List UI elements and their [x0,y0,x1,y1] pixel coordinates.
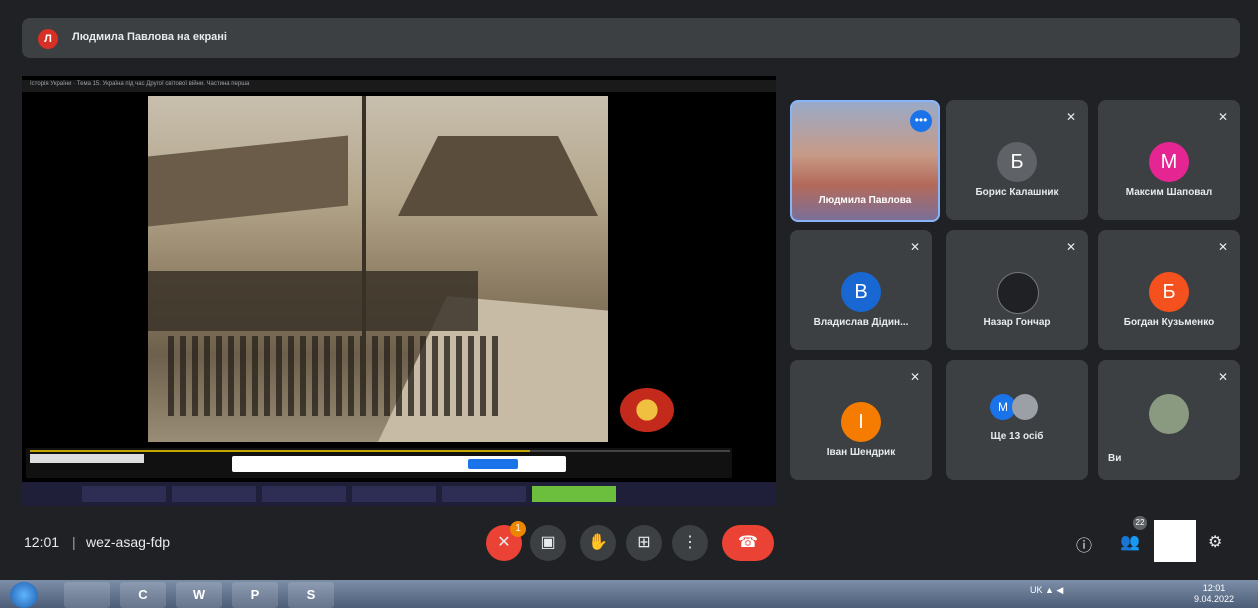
present-button[interactable]: ⊞ [626,525,662,561]
participant-tile[interactable]: ✕ М Максим Шаповал [1098,100,1240,220]
photo-troops [168,336,498,416]
taskbar-viber-button[interactable]: S [288,582,334,608]
shared-taskbar-item [442,486,526,502]
video-tooltip [30,454,144,463]
camera-toggle-button[interactable]: ▣ [530,525,566,561]
shared-taskbar-item [82,486,166,502]
participant-avatar: М [1149,142,1189,182]
participant-name: Борис Калашник [975,187,1059,198]
system-clock[interactable]: 12:01 9.04.2022 [1194,583,1234,605]
more-vert-icon: ⋮ [682,534,698,551]
participant-tile-more[interactable]: М Ще 13 осіб [946,360,1088,480]
taskbar-word-button[interactable]: W [176,582,222,608]
chat-panel-button[interactable] [1154,520,1196,562]
presenting-banner: Л Людмила Павлова на екрані [22,18,1240,58]
participant-name: Назар Гончар [983,317,1051,328]
presenting-text: Людмила Павлова на екрані [72,31,227,43]
mic-off-icon: ✕ [1217,110,1228,124]
system-date: 9.04.2022 [1194,594,1235,604]
photo-crowd [148,271,478,331]
participant-name: Владислав Дідин... [813,317,909,328]
participant-tile[interactable]: ✕ Б Богдан Кузьменко [1098,230,1240,350]
participant-name: Людмила Павлова [818,195,912,206]
present-icon: ⊞ [637,534,651,551]
video-control-bar[interactable] [26,448,732,478]
participant-tile[interactable]: ✕ І Іван Шендрик [790,360,932,480]
taskbar-chrome-button[interactable]: C [120,582,166,608]
shared-screen[interactable]: Історія України · Тема 15. Україна під ч… [22,76,776,506]
shared-taskbar-item [172,486,256,502]
presenter-avatar: Л [38,29,58,49]
participant-name: Ще 13 осіб [990,431,1044,442]
raise-hand-button[interactable]: ✋ [580,525,616,561]
participant-avatar [997,272,1039,314]
mic-off-icon: ✕ [497,534,511,551]
end-call-button[interactable]: ☎ [722,525,774,561]
camera-icon: ▣ [540,534,556,551]
shared-window-title: Історія України · Тема 15. Україна під ч… [30,81,250,87]
people-count-badge: 22 [1133,516,1147,530]
emblem-icon [620,388,674,432]
clock-separator: | [72,534,76,550]
historical-photo [148,96,608,442]
shared-taskbar [22,482,776,506]
shared-window-titlebar: Історія України · Тема 15. Україна під ч… [22,80,776,92]
participant-photo-avatar [1012,394,1038,420]
share-notice-button[interactable] [468,459,518,469]
photo-flagpole [362,96,366,396]
mic-off-icon: ✕ [909,370,920,384]
mic-off-icon: ✕ [1065,240,1076,254]
participant-tile[interactable]: ✕ В Владислав Дідин... [790,230,932,350]
taskbar-powerpoint-button[interactable]: P [232,582,278,608]
mic-off-icon: ✕ [1065,110,1076,124]
system-tray[interactable]: UK ▲ ◀ [1030,585,1063,596]
participant-avatar: І [841,402,881,442]
participant-tile[interactable]: ✕ Б Борис Калашник [946,100,1088,220]
shared-taskbar-item [262,486,346,502]
meeting-code: wez-asag-fdp [86,534,171,550]
start-button[interactable] [10,582,38,608]
meeting-clock: 12:01 [24,534,60,550]
participant-avatar: Б [997,142,1037,182]
mic-off-icon: ✕ [909,240,920,254]
system-time: 12:01 [1202,583,1226,593]
more-options-button[interactable]: ⋮ [672,525,708,561]
participant-name: Ви [1108,453,1122,464]
hand-icon: ✋ [588,534,608,551]
video-progress-fill [30,450,530,452]
shared-taskbar-item [352,486,436,502]
photo-building-left [148,135,348,227]
taskbar-explorer-button[interactable] [64,582,110,608]
people-icon[interactable]: 👥 [1120,532,1140,552]
more-options-icon[interactable]: ••• [910,110,932,132]
activities-icon[interactable]: ⚙ [1208,532,1222,552]
participant-avatar: В [841,272,881,312]
shared-taskbar-item-active [532,486,616,502]
participant-avatar: Б [1149,272,1189,312]
info-icon[interactable]: ⓘ [1076,532,1092,556]
mic-off-icon: ✕ [1217,240,1228,254]
participant-tile[interactable]: ✕ Назар Гончар [946,230,1088,350]
participant-name: Іван Шендрик [826,447,896,458]
call-end-icon: ☎ [738,534,758,551]
participant-name: Максим Шаповал [1125,187,1213,198]
participant-tile-self[interactable]: ••• Людмила Павлова [790,100,940,222]
participant-photo-avatar [1149,394,1189,434]
participant-name: Богдан Кузьменко [1123,317,1215,328]
participant-tile[interactable]: ✕ Ви [1098,360,1240,480]
notification-badge: 1 [510,521,526,537]
share-notice-dialog [232,456,566,472]
mic-off-icon: ✕ [1217,370,1228,384]
photo-building-right [398,136,598,216]
